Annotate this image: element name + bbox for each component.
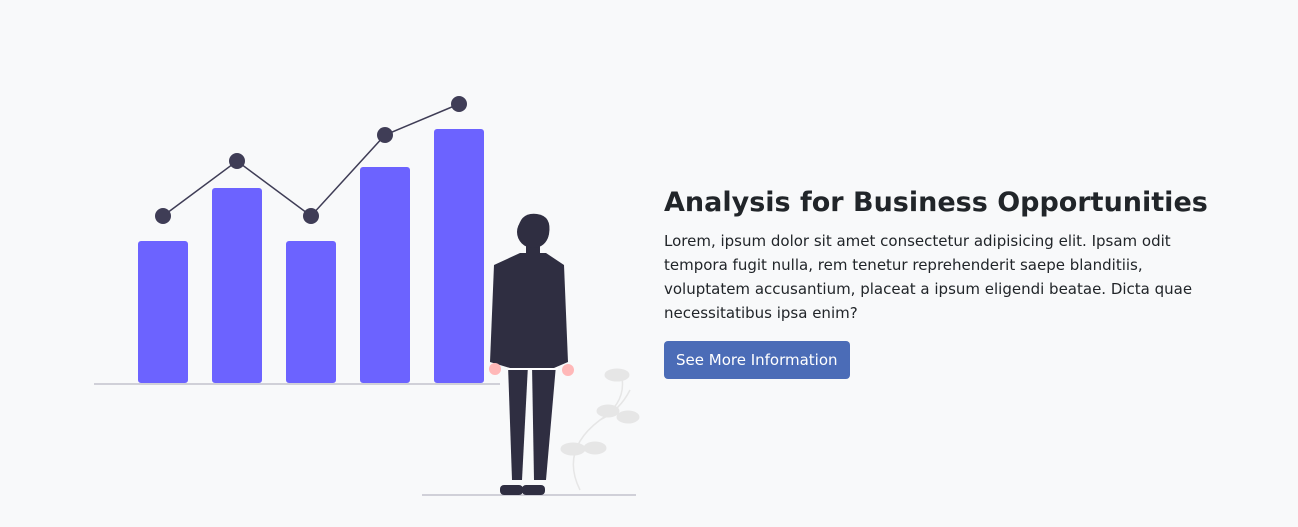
hero-content: Analysis for Business Opportunities Lore… <box>664 186 1209 379</box>
chart-point <box>229 153 245 169</box>
trend-line <box>162 103 460 218</box>
chart-bar <box>286 241 336 383</box>
chart-trend-line <box>155 96 467 224</box>
chart-point <box>303 208 319 224</box>
hero-description: Lorem, ipsum dolor sit amet consectetur … <box>664 232 1193 322</box>
chart-bar <box>434 129 484 383</box>
chart-point <box>155 208 171 224</box>
chart-bar <box>360 167 410 383</box>
business-analytics-illustration <box>94 96 640 496</box>
see-more-button[interactable]: See More Information <box>664 341 850 379</box>
chart-point <box>377 127 393 143</box>
chart-bar <box>138 241 188 383</box>
chart-bars <box>138 129 484 383</box>
hero-title: Analysis for Business Opportunities <box>664 187 1208 218</box>
hero-section: Analysis for Business Opportunities Lore… <box>0 0 1298 527</box>
chart-point <box>451 96 467 112</box>
chart-bar <box>212 188 262 383</box>
person-figure <box>489 213 574 495</box>
plant-decoration <box>560 368 640 491</box>
